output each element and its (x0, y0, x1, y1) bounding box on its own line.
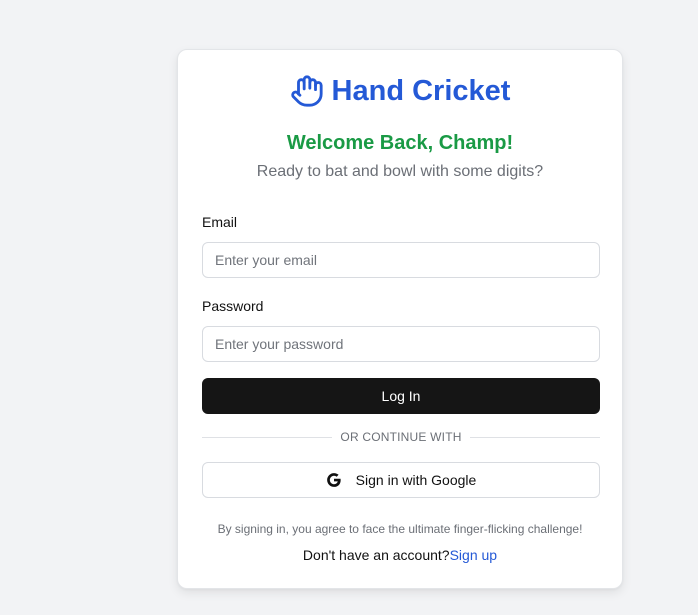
password-field[interactable] (202, 326, 600, 362)
google-signin-button[interactable]: Sign in with Google (202, 462, 600, 498)
divider-line-right (469, 436, 601, 438)
divider-text: OR CONTINUE WITH (340, 430, 462, 444)
app-title: Hand Cricket (331, 75, 511, 107)
google-signin-label: Sign in with Google (355, 472, 477, 488)
divider-line-left (202, 436, 333, 438)
welcome-subtitle: Ready to bat and bowl with some digits? (256, 163, 544, 180)
brand-header: Hand Cricket (178, 74, 622, 108)
or-divider: OR CONTINUE WITH (202, 430, 601, 444)
raised-hand-icon (290, 74, 324, 108)
no-account-text: Don't have an account? (302, 547, 450, 563)
google-g-icon (326, 472, 342, 488)
login-card: Hand Cricket Welcome Back, Champ! Ready … (177, 49, 623, 589)
terms-text: By signing in, you agree to face the ult… (217, 522, 583, 536)
signup-row: Don't have an account?Sign up (178, 547, 622, 563)
welcome-heading: Welcome Back, Champ! (286, 132, 514, 154)
password-label: Password (202, 298, 264, 314)
email-label: Email (202, 214, 238, 230)
signup-link[interactable]: Sign up (450, 547, 497, 563)
login-button[interactable]: Log In (202, 378, 600, 414)
email-field[interactable] (202, 242, 600, 278)
